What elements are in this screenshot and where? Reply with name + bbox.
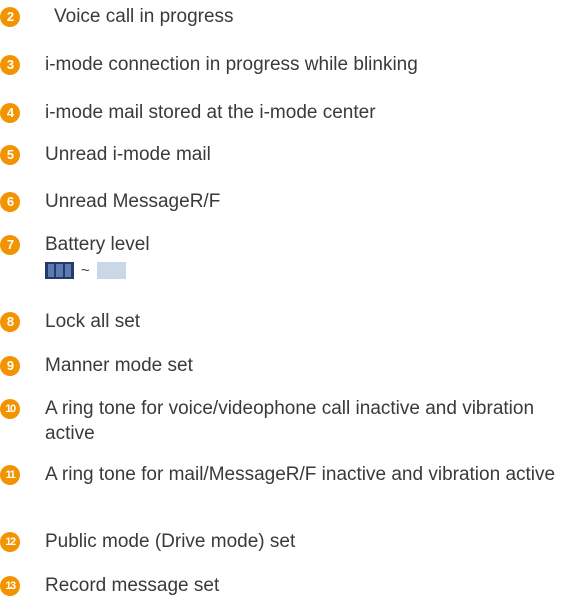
number-badge: 4 (0, 103, 20, 123)
item-label: Manner mode set (45, 355, 193, 376)
item-label: i-mode connection in progress while blin… (45, 54, 418, 75)
number-badge: 13 (0, 576, 20, 596)
number-badge: 5 (0, 145, 20, 165)
item-label: Unread MessageR/F (45, 191, 221, 212)
battery-level-row: ~ (45, 260, 126, 280)
battery-full-icon (45, 261, 74, 279)
item-label: A ring tone for mail/MessageR/F inactive… (45, 464, 556, 485)
number-badge: 9 (0, 356, 20, 376)
item-label: A ring tone for voice/videophone call in… (45, 398, 535, 444)
status-icon-legend-list: 2 Voice call in progress 3 i-mode connec… (0, 0, 565, 597)
item-label: i-mode mail stored at the i-mode center (45, 102, 376, 123)
number-badge: 6 (0, 192, 20, 212)
number-badge: 10 (0, 399, 20, 419)
number-badge: 7 (0, 235, 20, 255)
number-badge: 11 (0, 465, 20, 485)
number-badge: 3 (0, 55, 20, 75)
number-badge: 8 (0, 312, 20, 332)
number-badge: 2 (0, 7, 20, 27)
battery-range-separator: ~ (81, 261, 90, 279)
item-label: Record message set (45, 575, 220, 596)
item-label: Battery level (45, 234, 150, 255)
item-label: Public mode (Drive mode) set (45, 531, 296, 552)
item-label: Lock all set (45, 311, 141, 332)
item-label: Voice call in progress (54, 6, 234, 27)
number-badge: 12 (0, 532, 20, 552)
battery-empty-icon (96, 261, 126, 279)
item-label: Unread i-mode mail (45, 144, 211, 165)
